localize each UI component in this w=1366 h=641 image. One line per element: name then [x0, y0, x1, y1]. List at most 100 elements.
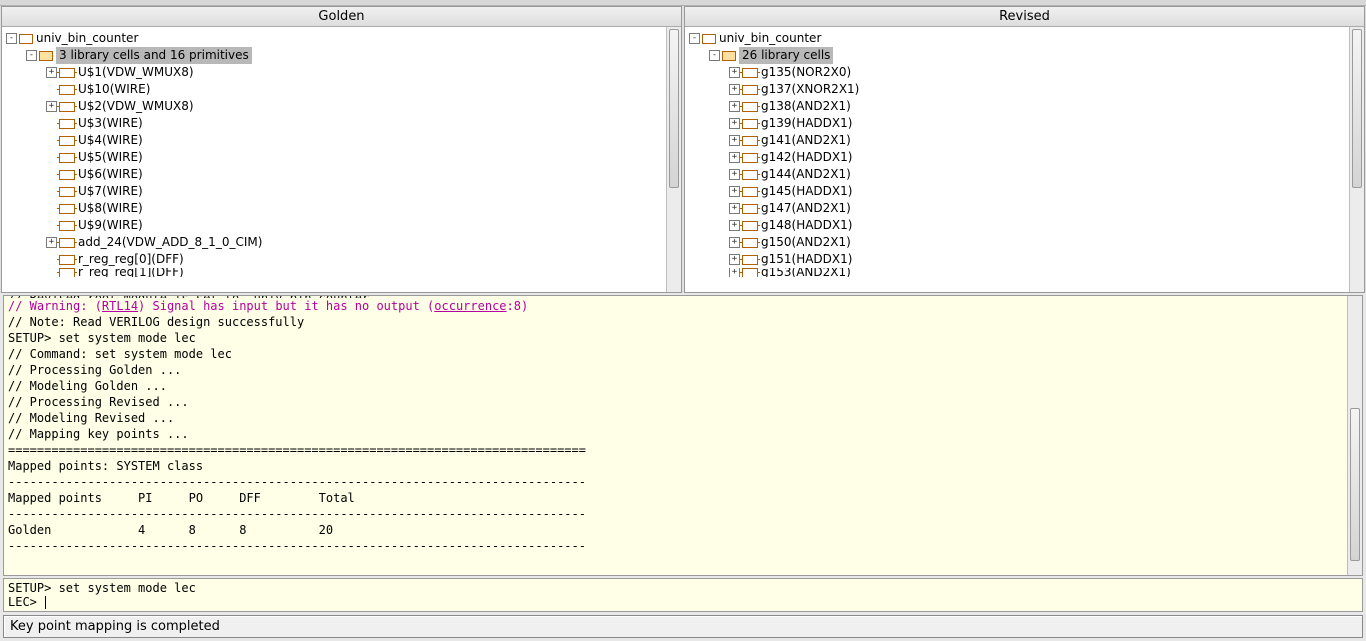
log-line: ========================================… — [8, 442, 1358, 458]
tree-item[interactable]: U$10(WIRE) — [4, 81, 664, 98]
tree-node-label: g141(AND2X1) — [761, 132, 851, 149]
tree-node-label: add_24(VDW_ADD_8_1_0_CIM) — [78, 234, 262, 251]
expand-icon[interactable]: + — [729, 254, 740, 265]
tree-node-label: U$6(WIRE) — [78, 166, 143, 183]
tree-group[interactable]: - 26 library cells — [687, 47, 1347, 64]
tree-item[interactable]: U$6(WIRE) — [4, 166, 664, 183]
expand-icon[interactable]: + — [729, 152, 740, 163]
log-line: // Modeling Golden ... — [8, 378, 1358, 394]
collapse-icon[interactable]: - — [26, 50, 37, 61]
cell-icon — [742, 255, 758, 265]
log-line: ----------------------------------------… — [8, 506, 1358, 522]
tree-item[interactable]: U$5(WIRE) — [4, 149, 664, 166]
cell-icon — [59, 68, 75, 78]
tree-item[interactable]: U$9(WIRE) — [4, 217, 664, 234]
expand-icon[interactable]: + — [729, 101, 740, 112]
log-warning-line: // Warning: (RTL14) Signal has input but… — [8, 298, 1358, 314]
tree-root[interactable]: - univ_bin_counter — [687, 30, 1347, 47]
log-line: Mapped points: SYSTEM class — [8, 458, 1358, 474]
tree-item[interactable]: + add_24(VDW_ADD_8_1_0_CIM) — [4, 234, 664, 251]
expand-icon[interactable]: + — [729, 118, 740, 129]
warning-code-link[interactable]: RTL14 — [102, 299, 138, 313]
tree-item[interactable]: +g138(AND2X1) — [687, 98, 1347, 115]
collapse-icon[interactable]: - — [709, 50, 720, 61]
revised-tree[interactable]: - univ_bin_counter - 26 library cells + g135(… — [685, 27, 1349, 292]
cell-icon — [59, 221, 75, 231]
tree-item[interactable]: r_reg_reg[0](DFF) — [4, 251, 664, 268]
tree-item[interactable]: +g151(HADDX1) — [687, 251, 1347, 268]
tree-item[interactable]: +g153(AND2X1) — [687, 268, 1347, 277]
tree-item[interactable]: +g137(XNOR2X1) — [687, 81, 1347, 98]
module-icon — [702, 34, 716, 44]
tree-item[interactable]: U$4(WIRE) — [4, 132, 664, 149]
expand-icon[interactable]: + — [729, 268, 740, 277]
cell-icon — [59, 136, 75, 146]
scrollbar-thumb[interactable] — [1352, 29, 1362, 188]
tree-item[interactable]: +g145(HADDX1) — [687, 183, 1347, 200]
tree-item[interactable]: r_reg_reg[1](DFF) — [4, 268, 664, 277]
expand-icon[interactable]: + — [729, 186, 740, 197]
golden-scrollbar[interactable] — [666, 27, 681, 292]
tree-node-label: U$4(WIRE) — [78, 132, 143, 149]
log-line: ----------------------------------------… — [8, 538, 1358, 554]
tree-item[interactable]: + g148(HADDX1) — [687, 217, 1347, 234]
tree-item[interactable]: U$8(WIRE) — [4, 200, 664, 217]
expand-icon[interactable]: + — [46, 237, 57, 248]
expand-icon[interactable]: + — [46, 101, 57, 112]
transcript[interactable]: // Revised root module is set to univ_bi… — [3, 295, 1363, 576]
cell-icon — [742, 68, 758, 78]
expand-icon[interactable]: + — [729, 84, 740, 95]
tree-item[interactable]: +U$1(VDW_WMUX8) — [4, 64, 664, 81]
cell-icon — [59, 119, 75, 129]
tree-item[interactable]: U$3(WIRE) — [4, 115, 664, 132]
tree-item[interactable]: +g144(AND2X1) — [687, 166, 1347, 183]
tree-item[interactable]: +g147(AND2X1) — [687, 200, 1347, 217]
cell-icon — [59, 255, 75, 265]
expand-icon[interactable]: + — [729, 67, 740, 78]
tree-item[interactable]: + g141(AND2X1) — [687, 132, 1347, 149]
revised-header: Revised — [685, 7, 1364, 27]
tree-item[interactable]: +g150(AND2X1) — [687, 234, 1347, 251]
cmd-prompt-line[interactable]: LEC> — [8, 595, 1358, 609]
revised-panel: Revised - univ_bin_counter - 26 library cel… — [684, 6, 1365, 293]
expand-icon[interactable]: + — [729, 169, 740, 180]
command-area[interactable]: SETUP> set system mode lec LEC> — [3, 578, 1363, 612]
tree-node-label: U$3(WIRE) — [78, 115, 143, 132]
scrollbar-thumb[interactable] — [669, 29, 679, 188]
cell-icon — [742, 268, 758, 277]
tree-item[interactable]: U$7(WIRE) — [4, 183, 664, 200]
tree-item[interactable]: +g139(HADDX1) — [687, 115, 1347, 132]
log-line: // Command: set system mode lec — [8, 346, 1358, 362]
tree-node-label: r_reg_reg[1](DFF) — [78, 268, 184, 277]
tree-item[interactable]: + g135(NOR2X0) — [687, 64, 1347, 81]
tree-node-label: g148(HADDX1) — [761, 217, 852, 234]
cell-icon — [59, 170, 75, 180]
expand-icon[interactable]: + — [729, 135, 740, 146]
tree-node-label: 26 library cells — [739, 47, 833, 64]
cell-icon — [742, 136, 758, 146]
cell-icon — [742, 85, 758, 95]
tree-item[interactable]: + U$2(VDW_WMUX8) — [4, 98, 664, 115]
tree-node-label: U$2(VDW_WMUX8) — [78, 98, 194, 115]
tree-node-label: U$8(WIRE) — [78, 200, 143, 217]
tree-node-label: U$5(WIRE) — [78, 149, 143, 166]
collapse-icon[interactable]: - — [6, 33, 17, 44]
revised-scrollbar[interactable] — [1349, 27, 1364, 292]
tree-root[interactable]: -univ_bin_counter — [4, 30, 664, 47]
tree-node-label: univ_bin_counter — [719, 30, 821, 47]
expand-icon[interactable]: + — [729, 220, 740, 231]
expand-icon[interactable]: + — [729, 237, 740, 248]
log-line: // Mapping key points ... — [8, 426, 1358, 442]
collapse-icon[interactable]: - — [689, 33, 700, 44]
transcript-scrollbar[interactable] — [1347, 296, 1362, 575]
golden-tree[interactable]: -univ_bin_counter-3 library cells and 16… — [2, 27, 666, 292]
expand-icon[interactable]: + — [46, 67, 57, 78]
tree-group[interactable]: -3 library cells and 16 primitives — [4, 47, 664, 64]
scrollbar-thumb[interactable] — [1350, 408, 1360, 561]
expand-icon[interactable]: + — [729, 203, 740, 214]
cell-icon — [742, 187, 758, 197]
tree-item[interactable]: +g142(HADDX1) — [687, 149, 1347, 166]
tree-node-label: g135(NOR2X0) — [761, 64, 851, 81]
warning-occurrence-link[interactable]: occurrence — [434, 299, 506, 313]
module-icon — [19, 34, 33, 44]
